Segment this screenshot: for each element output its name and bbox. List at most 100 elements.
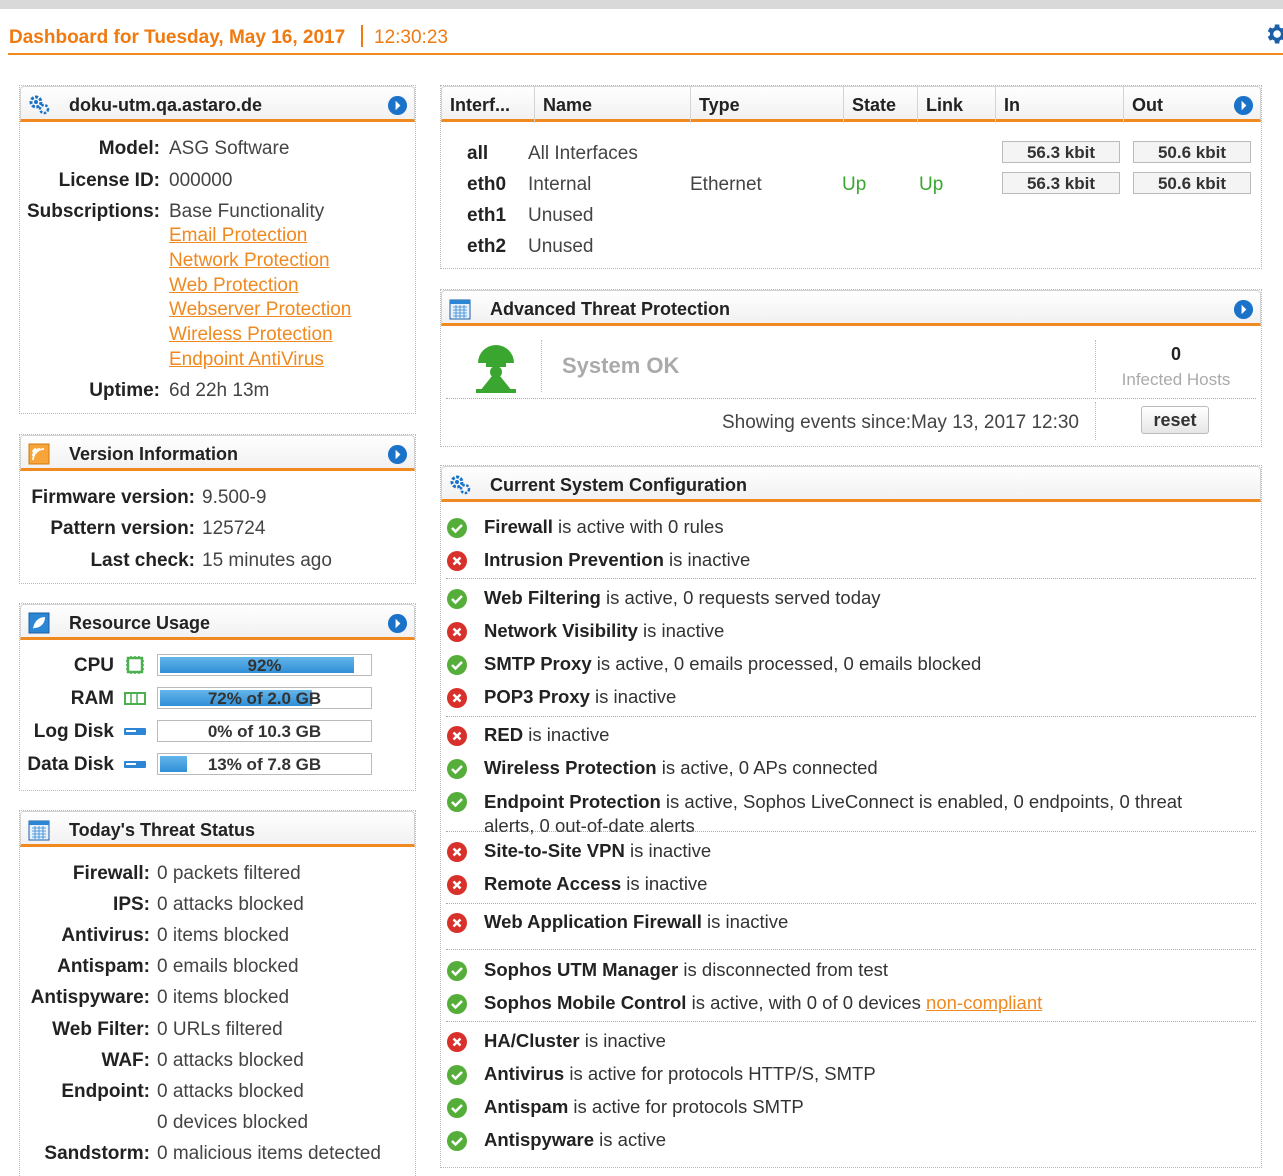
config-status-text: is active, 0 requests served today (600, 587, 881, 608)
infected-label: Infected Hosts (1121, 370, 1231, 389)
non-compliant-link[interactable]: non-compliant (926, 992, 1042, 1013)
col-state[interactable]: State (844, 87, 918, 123)
col-link[interactable]: Link (918, 87, 996, 123)
subscription-webserver-link[interactable]: Webserver Protection (169, 299, 351, 321)
atp-panel-title: Advanced Threat Protection (490, 299, 731, 319)
config-status-text: is active with 0 rules (552, 516, 724, 537)
threat-value: 0 items blocked (157, 925, 290, 947)
col-interface[interactable]: Interf... (442, 87, 535, 123)
firmware-label: Firmware version: (31, 487, 195, 508)
resource-bar-text: 13% of 7.8 GB (207, 755, 322, 774)
config-status-text: is active (594, 1129, 666, 1150)
interface-type: Ethernet (690, 174, 762, 195)
open-details-icon[interactable] (1233, 95, 1254, 116)
config-feature-name: Antispam (484, 1096, 569, 1117)
group-separator (446, 578, 1256, 579)
subscription-wireless-link[interactable]: Wireless Protection (169, 324, 333, 346)
dashboard-header: Dashboard for Tuesday, May 16, 2017 12:3… (8, 24, 1283, 55)
config-text: Sophos UTM Manager is disconnected from … (484, 959, 888, 981)
open-details-icon[interactable] (387, 444, 408, 465)
config-text: Site-to-Site VPN is inactive (484, 840, 711, 862)
interface-name: Internal (528, 174, 592, 195)
threat-value: 0 attacks blocked (157, 894, 304, 916)
atp-divider (541, 340, 542, 392)
config-status-text: is active, 0 emails processed, 0 emails … (591, 653, 982, 674)
subscription-web-link[interactable]: Web Protection (169, 275, 299, 297)
check-icon (447, 1131, 467, 1151)
config-status-text: is inactive (624, 840, 712, 861)
subscriptions-label: Subscriptions: (26, 201, 160, 222)
subscription-base: Base Functionality (169, 201, 325, 222)
config-feature-name: Sophos UTM Manager (484, 959, 679, 980)
reset-button[interactable]: reset (1141, 406, 1209, 434)
config-feature-name: RED (484, 724, 524, 745)
config-status-text: is disconnected from test (678, 959, 889, 980)
interface-id: eth0 (467, 174, 507, 195)
atp-divider (1095, 402, 1096, 440)
config-status-text: is inactive (637, 620, 725, 641)
config-status-text: alerts, 0 out-of-date alerts (484, 815, 695, 836)
config-status-text: is active, 0 APs connected (656, 757, 878, 778)
col-out[interactable]: Out (1124, 87, 1224, 123)
threat-label: Sandstorm: (44, 1142, 150, 1164)
config-text: Web Application Firewall is inactive (484, 911, 788, 933)
config-status-text: is inactive (663, 549, 751, 570)
resource-label: Log Disk (33, 721, 114, 742)
config-feature-name: Endpoint Protection (484, 791, 661, 812)
error-icon (447, 875, 467, 895)
title-separator (361, 25, 363, 47)
config-feature-name: Web Filtering (484, 587, 601, 608)
interface-in: 56.3 kbit (1002, 172, 1120, 194)
host-panel: doku-utm.qa.astaro.de Model: ASG Softwar… (19, 85, 416, 414)
config-text: Intrusion Prevention is inactive (484, 549, 750, 571)
resource-panel: Resource Usage CPU 92% RAM 72% of 2.0 GB Log… (19, 603, 416, 791)
threat-label: Endpoint: (61, 1080, 150, 1102)
atp-panel-header: Advanced Threat Protection (441, 290, 1261, 326)
interface-in: 56.3 kbit (1002, 141, 1120, 163)
col-in[interactable]: In (996, 87, 1124, 123)
interface-state: Up (842, 174, 867, 195)
atp-panel: Advanced Threat Protection System OK 0 I… (440, 289, 1262, 447)
ram-icon (124, 692, 146, 705)
config-text: SMTP Proxy is active, 0 emails processed… (484, 653, 981, 675)
interface-link: Up (919, 174, 944, 195)
col-name[interactable]: Name (535, 87, 691, 123)
model-label: Model: (98, 138, 160, 159)
host-panel-header: doku-utm.qa.astaro.de (20, 86, 415, 122)
config-status-text: is inactive (701, 911, 789, 932)
subscription-endpoint-link[interactable]: Endpoint AntiVirus (169, 349, 324, 371)
config-panel-header: Current System Configuration (441, 466, 1261, 502)
group-separator (446, 716, 1256, 717)
error-icon (447, 622, 467, 642)
config-text: Antispam is active for protocols SMTP (484, 1096, 804, 1118)
gear-icon[interactable] (1263, 21, 1283, 47)
check-icon (447, 994, 467, 1014)
open-details-icon[interactable] (1233, 299, 1254, 320)
atp-status: System OK (562, 353, 680, 378)
config-status-text: is inactive (621, 873, 708, 894)
subscription-email-link[interactable]: Email Protection (169, 225, 307, 247)
check-icon (447, 961, 467, 981)
config-feature-name: Firewall (484, 516, 553, 537)
threat-value: 0 attacks blocked (157, 1049, 304, 1071)
config-text: Web Filtering is active, 0 requests serv… (484, 587, 881, 609)
subscription-network-link[interactable]: Network Protection (169, 250, 330, 272)
error-icon (447, 551, 467, 571)
resource-bar: 0% of 10.3 GB (157, 720, 372, 742)
config-panel: Current System Configuration Firewall is… (440, 465, 1262, 1168)
config-panel-title: Current System Configuration (490, 475, 748, 495)
resource-bar: 13% of 7.8 GB (157, 753, 372, 775)
cpu-icon (126, 656, 144, 674)
config-feature-name: Intrusion Prevention (484, 549, 664, 570)
open-details-icon[interactable] (387, 613, 408, 634)
resource-bar-text: 72% of 2.0 GB (207, 689, 322, 708)
calendar-icon (449, 299, 471, 320)
resource-bar: 92% (157, 654, 372, 676)
gears-icon (450, 475, 471, 495)
col-type[interactable]: Type (691, 87, 844, 123)
host-panel-title: doku-utm.qa.astaro.de (69, 95, 263, 115)
pattern-label: Pattern version: (50, 518, 195, 539)
resource-bar: 72% of 2.0 GB (157, 687, 372, 709)
group-separator (446, 949, 1256, 950)
open-details-icon[interactable] (387, 95, 408, 116)
